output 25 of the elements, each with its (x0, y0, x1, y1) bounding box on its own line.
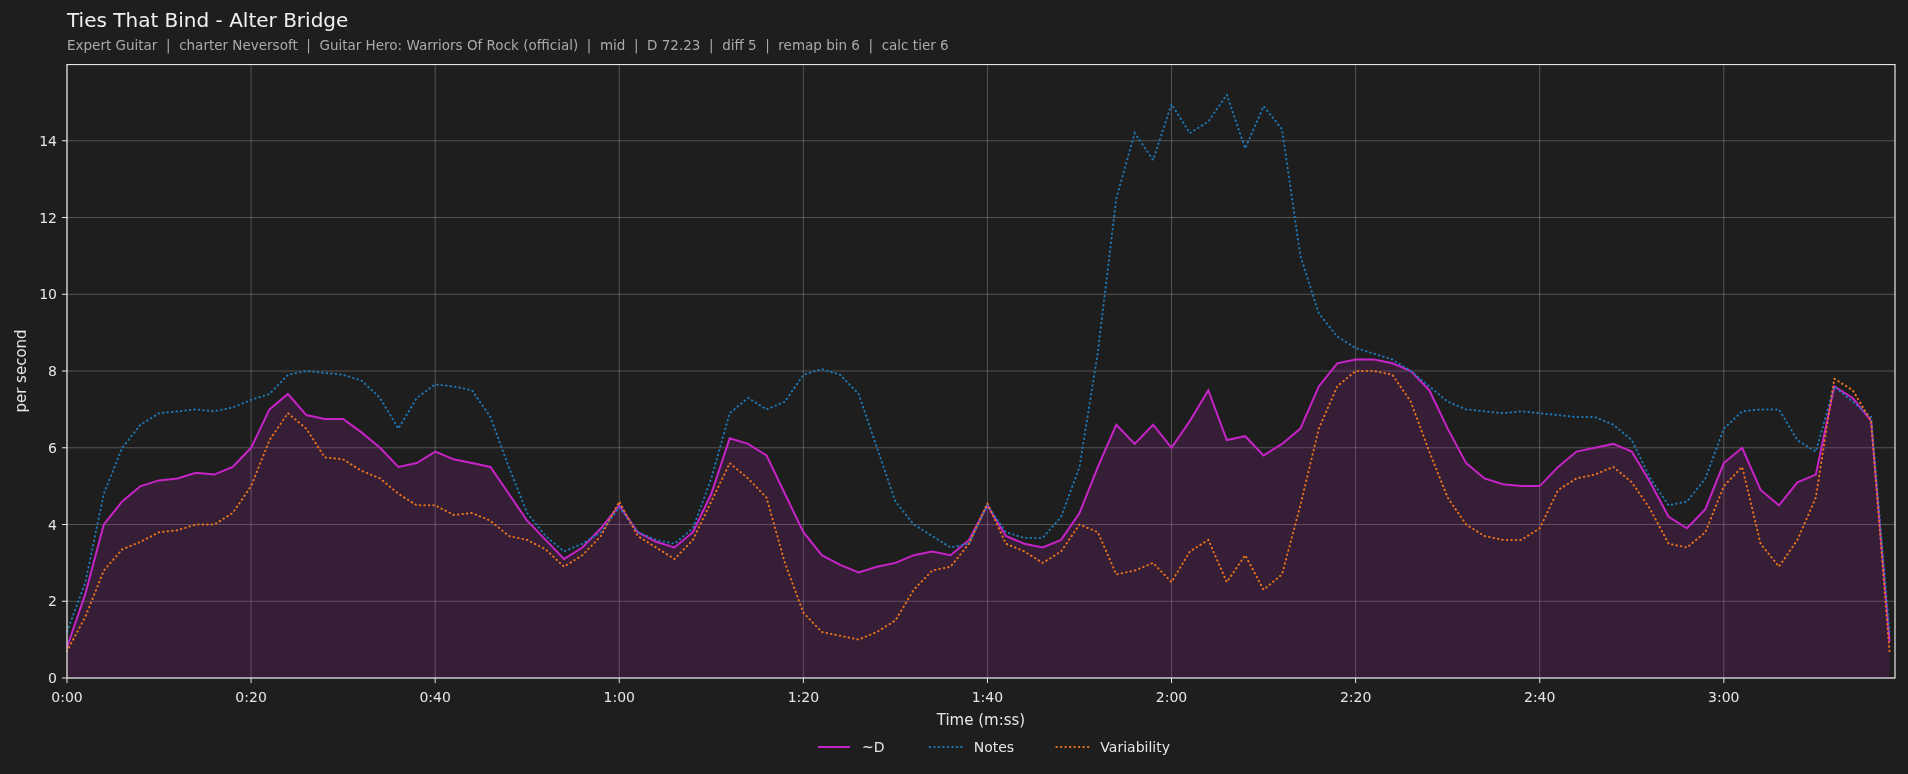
x-tick-label: 2:40 (1524, 689, 1556, 705)
x-tick-label: 1:20 (787, 689, 820, 705)
x-tick-label: 0:40 (419, 689, 451, 705)
chart-subtitle: Expert Guitar | charter Neversoft | Guitar Hero: Warriors Of Rock (official) | mid | D 72.23 | diff 5 | remap bin 6 | calc tier 6 (67, 36, 949, 54)
x-tick-label: 2:20 (1339, 689, 1372, 705)
x-tick-label: 1:40 (971, 689, 1004, 705)
x-tick-label: 3:00 (1708, 689, 1740, 705)
legend-label: Notes (973, 739, 1015, 755)
x-tick-label: 0:00 (51, 689, 83, 705)
y-tick-label: 14 (39, 132, 57, 149)
y-tick-label: 0 (48, 670, 57, 686)
x-tick-label: 2:00 (1155, 689, 1188, 705)
legend-label: ~D (862, 739, 885, 755)
legend-label: Variability (1100, 739, 1170, 755)
y-tick-label: 12 (39, 209, 57, 226)
x-tick-label: 0:20 (235, 689, 267, 705)
chart-title: Ties That Bind - Alter Bridge (67, 7, 349, 33)
y-tick-label: 2 (48, 593, 57, 610)
y-tick-label: 10 (39, 286, 57, 303)
y-axis-label: per second (12, 329, 30, 413)
x-axis-label: Time (m:ss) (936, 711, 1026, 729)
y-tick-label: 8 (48, 363, 57, 379)
y-tick-label: 4 (48, 516, 57, 533)
x-tick-label: 1:00 (603, 689, 635, 705)
y-tick-label: 6 (48, 439, 57, 456)
